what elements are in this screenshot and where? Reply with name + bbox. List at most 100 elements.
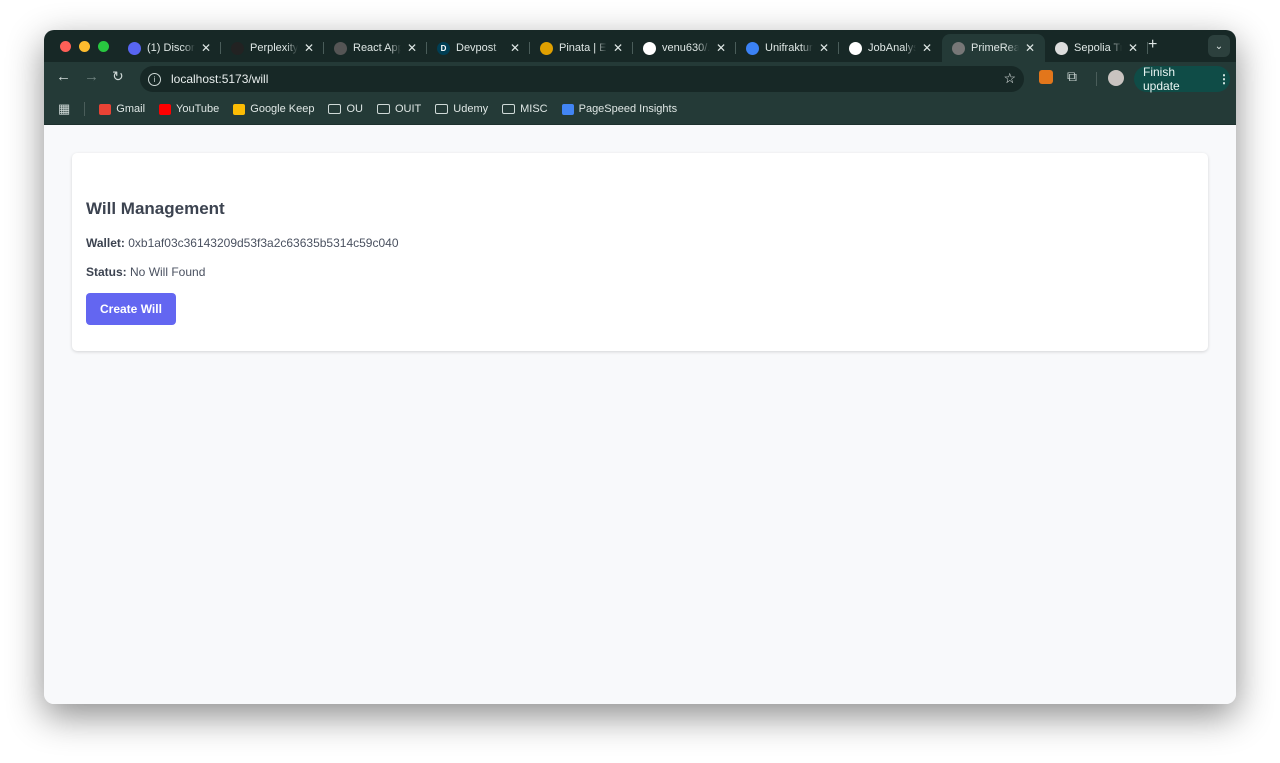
extensions-puzzle-icon[interactable]: ⧉ [1067, 68, 1077, 85]
profile-avatar[interactable] [1108, 70, 1124, 86]
github-icon [643, 41, 656, 55]
tab-title: Pinata | Ef [559, 42, 607, 54]
close-tab-icon[interactable]: ✕ [1128, 41, 1138, 55]
address-bar[interactable]: i localhost:5173/will ☆ [140, 66, 1024, 92]
bookmark-label: YouTube [176, 103, 220, 115]
forward-button[interactable]: → [84, 68, 99, 85]
browser-tab[interactable]: Perplexity ✕ [221, 34, 324, 62]
divider [1096, 72, 1097, 86]
bookmark-item[interactable]: Google Keep [233, 103, 314, 115]
devpost-icon: D [437, 41, 450, 55]
site-info-icon[interactable]: i [148, 72, 161, 86]
browser-tab[interactable]: venu630/... ✕ [633, 34, 736, 62]
finish-update-button[interactable]: Finish update ⋮ [1134, 65, 1230, 93]
close-tab-icon[interactable]: ✕ [922, 41, 932, 55]
bookmark-label: Google Keep [250, 103, 315, 115]
minimize-window-button[interactable] [79, 41, 90, 52]
close-tab-icon[interactable]: ✕ [407, 41, 417, 55]
create-will-button[interactable]: Create Will [86, 293, 176, 325]
gmail-icon [99, 103, 112, 115]
will-management-card: Will Management Wallet: 0xb1af03c3614320… [72, 153, 1208, 351]
tab-title: Sepolia Tr [1074, 42, 1122, 54]
tab-bar: (1) Discord ✕ Perplexity ✕ React App ✕ D Devpos… [44, 30, 1236, 62]
divider [84, 102, 86, 116]
bookmark-item[interactable]: OU [328, 103, 363, 115]
bookmark-label: OUIT [394, 103, 422, 115]
close-tab-icon[interactable]: ✕ [510, 41, 520, 55]
metamask-extension-icon[interactable] [1039, 70, 1053, 84]
tab-title: PrimeReact [971, 42, 1019, 54]
maximize-window-button[interactable] [98, 41, 109, 52]
bookmark-item[interactable]: Gmail [99, 103, 145, 115]
close-window-button[interactable] [60, 41, 71, 52]
browser-window: (1) Discord ✕ Perplexity ✕ React App ✕ D Devpos… [44, 30, 1236, 704]
toolbar: ← → ↻ i localhost:5173/will ☆ ⧉ Finish u… [44, 62, 1236, 94]
back-button[interactable]: ← [56, 68, 71, 85]
bookmark-item[interactable]: MISC [502, 103, 548, 115]
perplexity-icon [231, 41, 244, 55]
close-tab-icon[interactable]: ✕ [819, 41, 829, 55]
folder-icon [435, 104, 449, 114]
youtube-icon [159, 103, 172, 115]
page-content: Will Management Wallet: 0xb1af03c3614320… [44, 125, 1236, 704]
discord-icon [128, 41, 141, 55]
browser-tab[interactable]: PrimeReact ✕ [942, 34, 1045, 62]
tab-title: Perplexity [250, 42, 298, 54]
browser-tab[interactable]: JobAnalys ✕ [839, 34, 942, 62]
bookmarks-bar: ▦ Gmail YouTube Google Keep OU OUIT Udemy MISC… [44, 94, 1236, 125]
pinata-icon [540, 41, 553, 55]
bookmark-label: Udemy [453, 103, 489, 115]
tab-title: React App [353, 42, 401, 54]
url-text[interactable]: localhost:5173/will [171, 72, 268, 86]
close-tab-icon[interactable]: ✕ [304, 41, 314, 55]
tab-title: Devpost [456, 42, 497, 54]
bookmark-label: Gmail [116, 103, 146, 115]
browser-tab[interactable]: Unifraktur ✕ [736, 34, 839, 62]
more-menu-icon: ⋮ [1218, 72, 1230, 86]
apps-grid-icon[interactable]: ▦ [58, 101, 70, 117]
tab-title: JobAnalys [868, 42, 916, 54]
etherscan-icon [1055, 41, 1068, 55]
unifraktur-icon [746, 41, 759, 55]
tab-title: Unifraktur [765, 42, 813, 54]
tab-title: (1) Discord [147, 42, 195, 54]
new-tab-button[interactable]: + [1148, 36, 1157, 54]
folder-icon [502, 104, 516, 114]
globe-icon [952, 41, 965, 55]
bookmark-item[interactable]: OUIT [376, 103, 422, 115]
tab-search-chevron-icon[interactable]: ⌄ [1208, 35, 1230, 57]
pagespeed-icon [561, 103, 574, 115]
folder-icon [328, 104, 342, 114]
wallet-row: Wallet: 0xb1af03c36143209d53f3a2c63635b5… [86, 236, 1194, 250]
close-tab-icon[interactable]: ✕ [201, 41, 211, 55]
status-row: Status: No Will Found [86, 265, 1194, 279]
browser-tab[interactable]: D Devpost ✕ [427, 34, 530, 62]
close-tab-icon[interactable]: ✕ [1025, 41, 1035, 55]
bookmark-star-icon[interactable]: ☆ [1003, 70, 1016, 87]
bookmark-item[interactable]: Udemy [435, 103, 488, 115]
browser-tab[interactable]: React App ✕ [324, 34, 427, 62]
close-tab-icon[interactable]: ✕ [716, 41, 726, 55]
bookmark-item[interactable]: PageSpeed Insights [561, 103, 678, 115]
tab-title: venu630/... [662, 42, 710, 54]
keep-icon [233, 103, 246, 115]
page-title: Will Management [86, 199, 225, 218]
browser-tab[interactable]: Sepolia Tr ✕ [1045, 34, 1148, 62]
bookmark-label: PageSpeed Insights [578, 103, 678, 115]
close-tab-icon[interactable]: ✕ [613, 41, 623, 55]
status-label: Status: [86, 265, 127, 279]
browser-tab[interactable]: Pinata | Ef ✕ [530, 34, 633, 62]
bookmark-label: MISC [520, 103, 548, 115]
bookmark-item[interactable]: YouTube [159, 103, 219, 115]
reload-button[interactable]: ↻ [112, 68, 124, 85]
wallet-address: 0xb1af03c36143209d53f3a2c63635b5314c59c0… [128, 236, 399, 250]
status-value: No Will Found [130, 265, 206, 279]
window-controls [60, 41, 109, 52]
github-icon [849, 41, 862, 55]
globe-icon [334, 41, 347, 55]
finish-update-label: Finish update [1143, 65, 1180, 93]
browser-tab[interactable]: (1) Discord ✕ [118, 34, 221, 62]
bookmark-label: OU [346, 103, 363, 115]
folder-icon [376, 104, 390, 114]
wallet-label: Wallet: [86, 236, 125, 250]
